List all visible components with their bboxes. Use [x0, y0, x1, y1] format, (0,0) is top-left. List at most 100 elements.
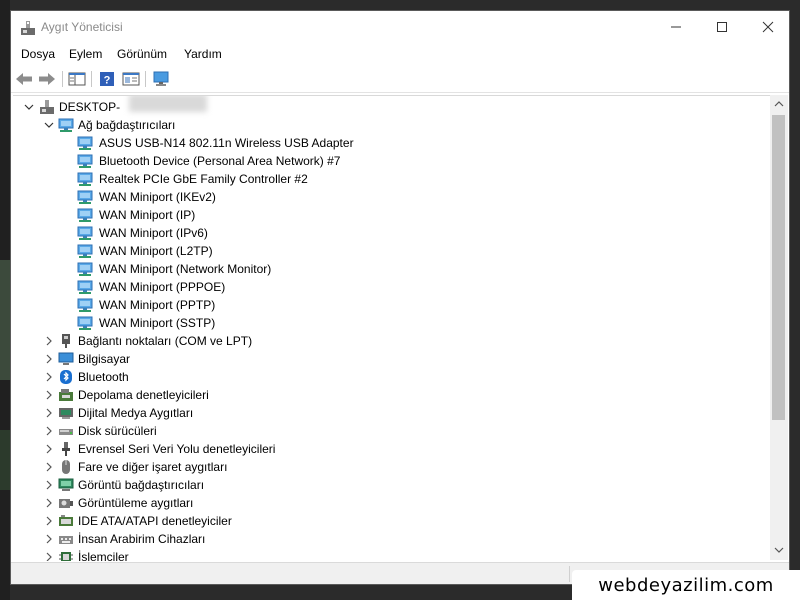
status-divider	[569, 566, 570, 582]
watermark-logo: webdeyazilim.com	[572, 570, 800, 600]
network-adapter-icon	[58, 118, 74, 132]
network-adapter-icon	[77, 136, 93, 150]
vertical-scrollbar[interactable]	[770, 95, 788, 560]
device-label: WAN Miniport (SSTP)	[99, 316, 216, 330]
desktop-background	[0, 0, 10, 600]
network-adapter-icon	[77, 316, 93, 330]
device-label: WAN Miniport (Network Monitor)	[99, 262, 272, 276]
tree-category[interactable]: Görüntüleme aygıtları	[19, 494, 759, 512]
network-adapter-item[interactable]: WAN Miniport (IKEv2)	[19, 188, 759, 206]
category-label: Bağlantı noktaları (COM ve LPT)	[78, 334, 253, 348]
category-label: Depolama denetleyicileri	[78, 388, 209, 402]
tree-root[interactable]: DESKTOP-	[19, 96, 759, 116]
menu-help[interactable]: Yardım	[184, 47, 222, 61]
category-label: Fare ve diğer işaret aygıtları	[78, 460, 228, 474]
device-tree[interactable]: DESKTOP- Ağ bağdaştırıcıları ASUS USB-N1…	[13, 95, 770, 561]
tree-category[interactable]: Evrensel Seri Veri Yolu denetleyicileri	[19, 440, 759, 458]
tree-category[interactable]: Bağlantı noktaları (COM ve LPT)	[19, 332, 759, 350]
back-button[interactable]	[14, 69, 34, 89]
maximize-button[interactable]	[699, 11, 745, 43]
processor-icon	[59, 552, 73, 561]
tree-category[interactable]: Fare ve diğer işaret aygıtları	[19, 458, 759, 476]
ide-controller-icon	[59, 515, 73, 526]
device-manager-window: Aygıt Yöneticisi Dosya Eylem Görünüm Yar…	[10, 10, 790, 585]
chevron-right-icon[interactable]	[43, 350, 55, 368]
tree-category[interactable]: IDE ATA/ATAPI denetleyiciler	[19, 512, 759, 530]
network-adapter-item[interactable]: WAN Miniport (PPTP)	[19, 296, 759, 314]
chevron-right-icon[interactable]	[43, 548, 55, 561]
chevron-right-icon[interactable]	[43, 512, 55, 530]
chevron-right-icon[interactable]	[43, 476, 55, 494]
chevron-right-icon[interactable]	[43, 458, 55, 476]
imaging-device-icon	[59, 499, 73, 508]
device-label: Bluetooth Device (Personal Area Network)…	[99, 154, 341, 168]
back-arrow-icon	[16, 73, 32, 85]
menu-view[interactable]: Görünüm	[117, 47, 167, 61]
storage-controller-icon	[59, 389, 73, 401]
chevron-right-icon[interactable]	[43, 422, 55, 440]
chevron-down-icon[interactable]	[23, 98, 35, 116]
network-adapter-item[interactable]: WAN Miniport (IP)	[19, 206, 759, 224]
network-adapter-icon	[77, 280, 93, 294]
category-label: Evrensel Seri Veri Yolu denetleyicileri	[78, 442, 276, 456]
computer-icon	[58, 352, 74, 365]
tree-category[interactable]: Görüntü bağdaştırıcıları	[19, 476, 759, 494]
scrollbar-thumb[interactable]	[772, 115, 785, 420]
properties-icon	[122, 72, 140, 86]
network-adapter-item[interactable]: WAN Miniport (L2TP)	[19, 242, 759, 260]
network-adapter-item[interactable]: WAN Miniport (IPv6)	[19, 224, 759, 242]
tree-category[interactable]: Dijital Medya Aygıtları	[19, 404, 759, 422]
forward-arrow-icon	[39, 73, 55, 85]
category-label: Bluetooth	[78, 370, 129, 384]
chevron-right-icon[interactable]	[43, 368, 55, 386]
tree-category[interactable]: Bilgisayar	[19, 350, 759, 368]
svg-text:?: ?	[104, 75, 111, 87]
category-label: Görüntüleme aygıtları	[78, 496, 194, 510]
title-bar[interactable]: Aygıt Yöneticisi	[11, 11, 789, 43]
chevron-down-icon[interactable]	[43, 116, 55, 134]
tree-category[interactable]: Depolama denetleyicileri	[19, 386, 759, 404]
network-adapter-item[interactable]: WAN Miniport (Network Monitor)	[19, 260, 759, 278]
window-title: Aygıt Yöneticisi	[41, 20, 123, 34]
device-label: ASUS USB-N14 802.11n Wireless USB Adapte…	[99, 136, 354, 150]
tree-category[interactable]: İnsan Arabirim Cihazları	[19, 530, 759, 548]
minimize-button[interactable]	[653, 11, 699, 43]
scroll-down-arrow-icon[interactable]	[770, 543, 788, 557]
menu-file[interactable]: Dosya	[21, 47, 55, 61]
category-label: Görüntü bağdaştırıcıları	[78, 478, 205, 492]
forward-button[interactable]	[37, 69, 57, 89]
network-adapter-item[interactable]: WAN Miniport (PPPOE)	[19, 278, 759, 296]
chevron-right-icon[interactable]	[43, 404, 55, 422]
category-label: İnsan Arabirim Cihazları	[78, 532, 206, 546]
tree-category[interactable]: İşlemciler	[19, 548, 759, 561]
display-adapter-icon	[58, 478, 74, 491]
hid-icon	[59, 536, 73, 544]
chevron-right-icon[interactable]	[43, 440, 55, 458]
category-label: Dijital Medya Aygıtları	[78, 406, 194, 420]
scan-hardware-changes-button[interactable]	[151, 69, 171, 89]
category-label: IDE ATA/ATAPI denetleyiciler	[78, 514, 232, 528]
menu-action[interactable]: Eylem	[69, 47, 102, 61]
help-button[interactable]: ?	[97, 69, 117, 89]
show-hide-console-tree-button[interactable]	[67, 69, 87, 89]
bluetooth-icon	[60, 370, 72, 384]
tree-category-network-adapters[interactable]: Ağ bağdaştırıcıları	[19, 116, 759, 134]
device-label: WAN Miniport (IP)	[99, 208, 196, 222]
chevron-right-icon[interactable]	[43, 494, 55, 512]
network-adapter-item[interactable]: Bluetooth Device (Personal Area Network)…	[19, 152, 759, 170]
chevron-right-icon[interactable]	[43, 530, 55, 548]
chevron-right-icon[interactable]	[43, 332, 55, 350]
device-manager-icon	[21, 21, 35, 35]
tree-category[interactable]: Bluetooth	[19, 368, 759, 386]
tree-category[interactable]: Disk sürücüleri	[19, 422, 759, 440]
scroll-up-arrow-icon[interactable]	[770, 97, 788, 111]
network-adapter-item[interactable]: ASUS USB-N14 802.11n Wireless USB Adapte…	[19, 134, 759, 152]
close-button[interactable]	[745, 11, 789, 43]
category-label: Ağ bağdaştırıcıları	[78, 118, 176, 132]
chevron-right-icon[interactable]	[43, 386, 55, 404]
network-adapter-item[interactable]: Realtek PCIe GbE Family Controller #2	[19, 170, 759, 188]
properties-button[interactable]	[121, 69, 141, 89]
disk-drive-icon	[59, 429, 73, 435]
minimize-icon	[671, 26, 681, 28]
network-adapter-item[interactable]: WAN Miniport (SSTP)	[19, 314, 759, 332]
